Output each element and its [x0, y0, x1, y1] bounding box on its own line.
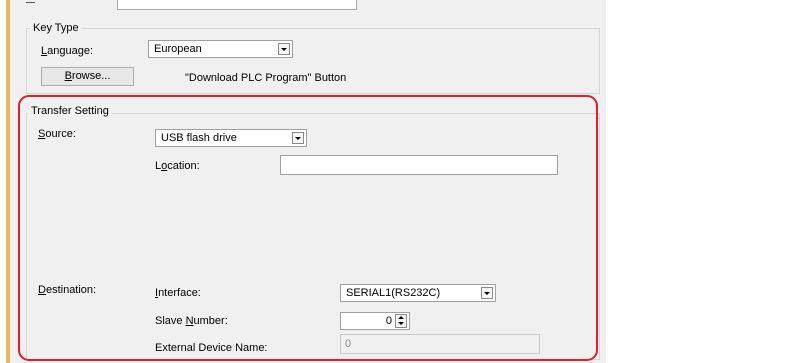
- slave-number-stepper[interactable]: 0: [340, 312, 410, 330]
- slave-number-label: Slave Number:: [155, 315, 228, 327]
- top-label-fragment: [26, 2, 35, 3]
- external-device-name-field: 0: [340, 334, 540, 354]
- destination-label: Destination:: [38, 284, 97, 296]
- location-label: Location:: [155, 160, 200, 172]
- browse-button[interactable]: Browse...: [41, 67, 134, 86]
- language-label: Language:: [41, 45, 94, 57]
- slave-number-value: 0: [385, 315, 392, 327]
- language-select[interactable]: European: [148, 40, 293, 58]
- interface-select-value: SERIAL1(RS232C): [346, 287, 441, 299]
- download-plc-button-text: "Download PLC Program" Button: [185, 72, 347, 84]
- chevron-down-icon[interactable]: [481, 287, 493, 299]
- language-select-value: European: [154, 43, 202, 55]
- external-device-name-value: 0: [345, 338, 352, 350]
- interface-select[interactable]: SERIAL1(RS232C): [340, 284, 496, 302]
- source-select-value: USB flash drive: [161, 132, 237, 144]
- source-label: Source:: [38, 128, 76, 140]
- interface-label: Interface:: [155, 287, 201, 299]
- external-device-name-label: External Device Name:: [155, 342, 268, 354]
- location-input[interactable]: [280, 155, 558, 175]
- key-type-title: Key Type: [30, 22, 82, 34]
- top-field[interactable]: [117, 0, 357, 10]
- transfer-setting-title: Transfer Setting: [28, 105, 112, 117]
- chevron-down-icon[interactable]: [292, 132, 304, 144]
- chevron-down-icon[interactable]: [278, 43, 290, 55]
- transfer-setting-group: [26, 113, 600, 360]
- source-select[interactable]: USB flash drive: [155, 129, 307, 147]
- stepper-arrows-icon[interactable]: [395, 314, 407, 328]
